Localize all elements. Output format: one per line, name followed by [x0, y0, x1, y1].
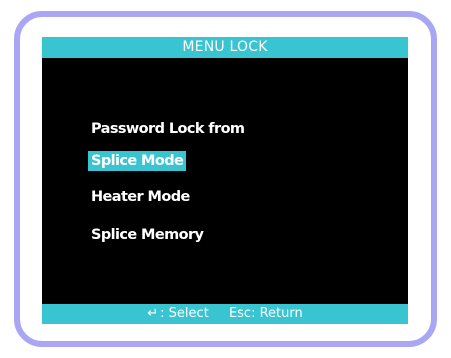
menu-lock-list: Password Lock from Splice Mode Heater Mo…: [88, 117, 351, 247]
lcd-screen: MENU LOCK Password Lock from Splice Mode…: [42, 37, 408, 324]
return-hint: Esc: Return: [228, 306, 303, 321]
menu-item-splice-mode[interactable]: Splice Mode: [88, 151, 187, 171]
select-hint-label: : Select: [160, 306, 209, 321]
screen-title: MENU LOCK: [42, 37, 408, 58]
menu-item-splice-memory[interactable]: Splice Memory: [88, 225, 206, 245]
select-hint: ↵: Select: [147, 304, 209, 324]
menu-heading: Password Lock from: [91, 121, 245, 137]
enter-key-icon: ↵: [147, 306, 159, 321]
menu-item-heater-mode[interactable]: Heater Mode: [88, 187, 193, 207]
footer-hint-bar: ↵: Select Esc: Return: [42, 304, 408, 324]
